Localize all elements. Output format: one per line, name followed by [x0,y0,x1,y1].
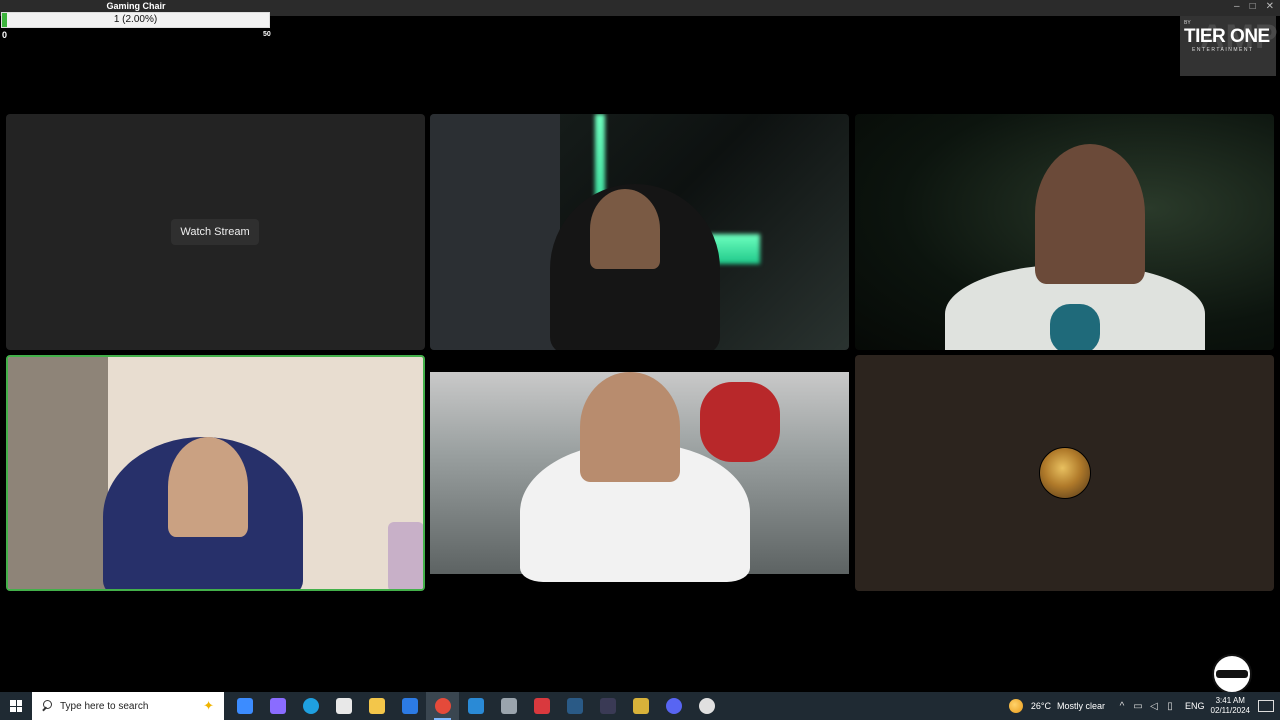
minimize-icon[interactable]: – [1234,1,1240,12]
steam-icon [566,698,583,714]
shelf-background [8,357,108,589]
language-indicator[interactable]: ENG [1185,701,1205,711]
edge-icon [302,698,319,714]
mascot-logo [1206,650,1258,696]
search-icon [40,699,54,713]
participant-face [168,437,248,537]
participant-video-4-active [6,355,425,591]
weather-icon[interactable] [1008,699,1023,713]
taskbar-app-mail[interactable] [393,692,426,720]
notification-icon[interactable] [1258,700,1274,712]
obs-icon [698,698,715,714]
participant-face [580,372,680,482]
shelf-background [430,114,560,350]
taskbar-search[interactable]: Type here to search ✦ [32,692,224,720]
start-button[interactable] [0,692,32,720]
store-icon [335,698,352,714]
battery-icon[interactable]: ▯ [1163,701,1177,712]
taskbar-app-steam[interactable] [558,692,591,720]
taskbar-app-app-yellow[interactable] [624,692,657,720]
goal-title: Gaming Chair [106,1,166,11]
participant-video-3 [855,114,1274,350]
chevron-up-icon[interactable]: ^ [1115,701,1129,712]
participant-avatar-tile [855,355,1274,591]
network-icon[interactable]: ▭ [1131,701,1145,712]
tier-one-logo: AMP BY TIER ONE ENTERTAINMENT [1180,16,1278,76]
weather-temp: 26°C [1030,701,1052,711]
taskbar-app-file-explorer[interactable] [360,692,393,720]
windows-icon [10,700,22,712]
taskbar-app-discord[interactable] [657,692,690,720]
app-red-icon [533,698,550,714]
taskbar-app-app-blue[interactable] [459,692,492,720]
taskbar-app-obs[interactable] [690,692,723,720]
participant-face [590,189,660,269]
logo-main-text: TIER ONE [1184,26,1270,47]
file-explorer-icon [368,698,385,714]
microphone [1050,304,1100,350]
clock[interactable]: 3:41 AM 02/11/2024 [1211,696,1250,716]
taskbar-app-edge[interactable] [294,692,327,720]
copilot-icon [236,698,253,714]
logo-sub-text: ENTERTAINMENT [1192,47,1254,53]
stream-tile: Watch Stream [6,114,425,350]
sparkle-icon: ✦ [203,698,214,713]
taskbar-app-app-gray[interactable] [492,692,525,720]
goal-min: 0 [2,30,8,40]
taskbar-app-app-red[interactable] [525,692,558,720]
search-placeholder: Type here to search [60,700,149,712]
app-dark-icon [599,698,616,714]
window-controls: – □ ✕ [1234,1,1274,12]
app-blue-icon [467,698,484,714]
copilot-alt-icon [269,698,286,714]
maximize-icon[interactable]: □ [1250,1,1256,12]
system-tray: 26°C Mostly clear ^ ▭ ◁ ▯ ENG 3:41 AM 02… [1008,692,1280,720]
participant-video-2 [430,114,849,350]
mail-icon [401,698,418,714]
bottle [388,522,423,589]
clock-date: 02/11/2024 [1210,706,1250,715]
mascot-glasses [1216,670,1248,678]
weather-condition: Mostly clear [1057,701,1106,711]
taskbar-apps [228,692,723,720]
app-gray-icon [500,698,517,714]
chrome-icon [434,698,451,714]
taskbar-app-store[interactable] [327,692,360,720]
taskbar-app-copilot-alt[interactable] [261,692,294,720]
avatar [1039,447,1091,499]
participant-video-5 [430,355,849,591]
goal-widget: Gaming Chair 1 (2.00%) 0 50 [0,0,272,40]
gaming-chair [700,382,780,462]
goal-value: 1 (2.00%) [113,14,158,25]
goal-max: 50 [263,31,271,38]
participant-face [1035,144,1145,284]
taskbar-app-chrome[interactable] [426,692,459,720]
taskbar: Type here to search ✦ 26°C Mostly clear … [0,692,1280,720]
taskbar-app-copilot[interactable] [228,692,261,720]
volume-icon[interactable]: ◁ [1147,701,1161,712]
goal-progress-bar: 1 (2.00%) [1,12,270,28]
discord-icon [665,698,682,714]
app-yellow-icon [632,698,649,714]
close-icon[interactable]: ✕ [1266,1,1274,12]
clock-time: 3:41 AM [1215,696,1245,705]
video-frame [430,372,849,582]
watch-stream-button[interactable]: Watch Stream [171,219,259,245]
taskbar-app-app-dark[interactable] [591,692,624,720]
